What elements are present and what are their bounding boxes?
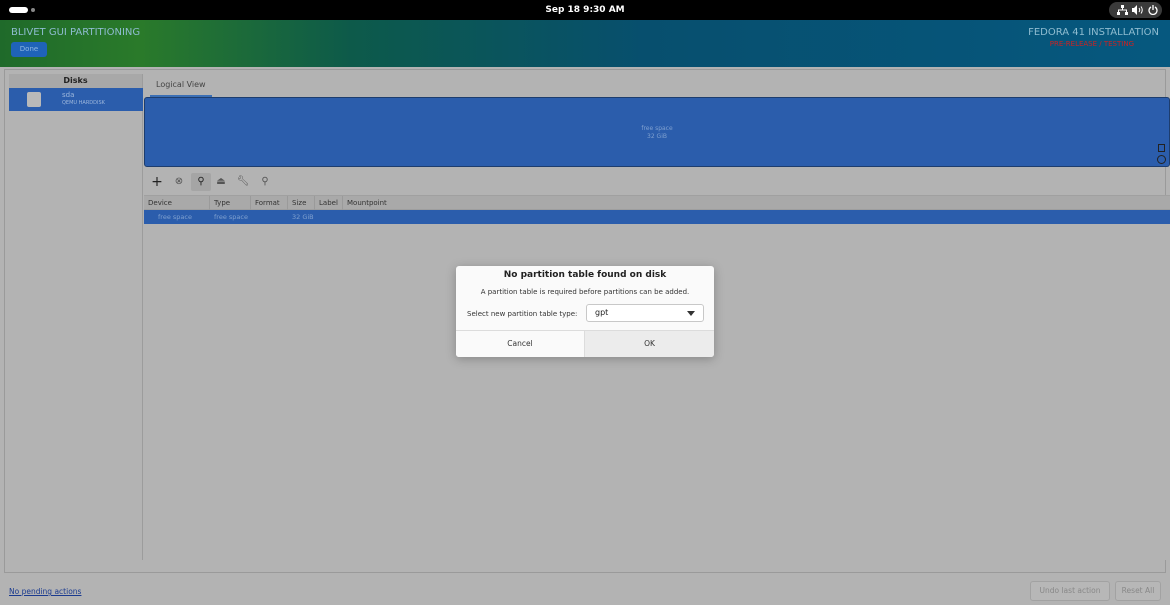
column-format[interactable]: Format	[251, 196, 288, 210]
cell-type: free space	[214, 213, 248, 221]
table-row[interactable]: free space free space 32 GiB	[144, 210, 1170, 224]
table-header: Device Type Format Size Label Mountpoint	[144, 196, 1170, 210]
disk-name: sda	[62, 91, 75, 99]
lock-icon	[1158, 144, 1165, 152]
dialog-buttons: Cancel OK	[456, 330, 714, 357]
ok-button[interactable]: OK	[585, 331, 714, 357]
column-size[interactable]: Size	[288, 196, 315, 210]
add-icon[interactable]: +	[147, 173, 167, 191]
undo-last-action-button[interactable]: Undo last action	[1030, 581, 1110, 601]
settings-icon[interactable]: 🔧︎	[233, 173, 253, 191]
free-space-size: 32 GiB	[647, 133, 667, 140]
column-mountpoint[interactable]: Mountpoint	[343, 196, 403, 210]
info-icon[interactable]: ⚲	[255, 173, 275, 191]
partition-type-label: Select new partition table type:	[467, 310, 578, 318]
cell-device: free space	[158, 213, 192, 221]
disks-panel: Disks sda QEMU HARDDISK	[9, 74, 143, 560]
partition-type-value: gpt	[595, 308, 609, 317]
dialog-message: A partition table is required before par…	[480, 288, 690, 296]
disks-header: Disks	[9, 74, 142, 88]
free-space-label: free space	[641, 125, 673, 132]
disk-item-sda[interactable]: sda QEMU HARDDISK	[9, 88, 143, 111]
disk-model: QEMU HARDDISK	[62, 100, 105, 106]
tab-logical-view[interactable]: Logical View	[150, 77, 212, 97]
delete-icon[interactable]: ⊗	[169, 173, 189, 191]
partition-table-dialog: No partition table found on disk A parti…	[456, 266, 714, 357]
unmount-icon[interactable]: ⏏	[211, 173, 231, 191]
app-title: BLIVET GUI PARTITIONING	[11, 27, 141, 38]
clock[interactable]: Sep 18 9:30 AM	[0, 0, 1170, 20]
column-label[interactable]: Label	[315, 196, 343, 210]
bottom-bar: No pending actions Undo last action Rese…	[0, 577, 1170, 605]
network-icon	[1117, 5, 1128, 15]
power-icon	[1148, 5, 1158, 15]
volume-icon	[1132, 5, 1143, 15]
top-bar: Sep 18 9:30 AM	[0, 0, 1170, 20]
installation-title: FEDORA 41 INSTALLATION	[1028, 27, 1159, 38]
partition-table: Device Type Format Size Label Mountpoint…	[144, 195, 1170, 560]
chevron-down-icon	[687, 311, 695, 316]
system-menu[interactable]	[1109, 2, 1162, 18]
circle-icon	[1157, 155, 1166, 164]
cancel-button[interactable]: Cancel	[456, 331, 585, 357]
done-button[interactable]: Done	[11, 42, 47, 57]
column-device[interactable]: Device	[144, 196, 210, 210]
cell-size: 32 GiB	[292, 213, 314, 221]
harddisk-icon	[27, 92, 41, 107]
disk-visualization[interactable]: free space 32 GiB	[144, 97, 1170, 167]
prerelease-banner: PRE-RELEASE / TESTING	[1049, 40, 1134, 48]
installer-header: BLIVET GUI PARTITIONING Done FEDORA 41 I…	[0, 20, 1170, 67]
edit-icon[interactable]: ⚲	[191, 173, 211, 191]
column-type[interactable]: Type	[210, 196, 251, 210]
partition-type-select[interactable]: gpt	[586, 304, 704, 322]
dialog-title: No partition table found on disk	[503, 270, 667, 280]
pending-actions-link[interactable]: No pending actions	[9, 587, 81, 596]
reset-all-button[interactable]: Reset All	[1115, 581, 1161, 601]
